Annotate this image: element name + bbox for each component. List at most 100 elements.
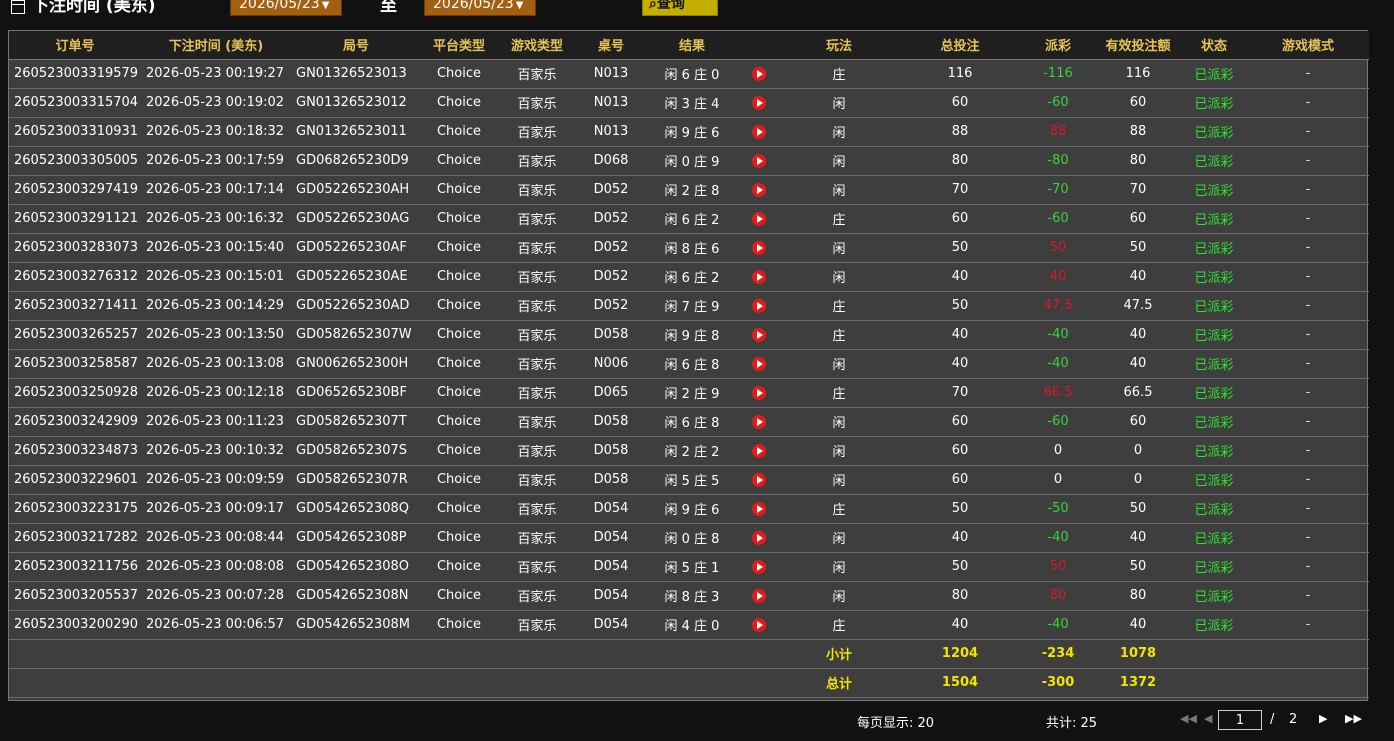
end-date-picker[interactable]: 2026/05/23 ▼ [424, 0, 536, 16]
valid-bet-cell: 116 [1095, 59, 1181, 89]
table-row[interactable]: 260523003297419 2026-05-23 00:17:14 GD0522… [9, 175, 1369, 205]
table-number-cell: D054 [577, 523, 645, 553]
replay-play-icon[interactable] [752, 588, 766, 603]
table-row[interactable]: 260523003200290 2026-05-23 00:06:57 GD0542… [9, 610, 1369, 640]
next-page-icon[interactable]: ▶ [1319, 712, 1327, 725]
replay-cell [739, 581, 779, 611]
replay-play-icon[interactable] [752, 414, 766, 429]
status-cell: 已派彩 [1181, 320, 1247, 350]
replay-play-icon[interactable] [752, 211, 766, 226]
replay-cell [739, 552, 779, 582]
prev-page-icon[interactable]: ◀ [1204, 712, 1212, 725]
col-header-payout: 派彩 [1021, 31, 1095, 60]
platform-cell: Choice [421, 117, 497, 147]
table-number-cell: D068 [577, 146, 645, 176]
replay-play-icon[interactable] [752, 298, 766, 313]
total-bet-cell: 60 [899, 465, 1021, 495]
replay-play-icon[interactable] [752, 385, 766, 400]
table-row[interactable]: 260523003291121 2026-05-23 00:16:32 GD0522… [9, 204, 1369, 234]
replay-cell [739, 407, 779, 437]
round-cell: GD065265230BF [291, 378, 421, 408]
replay-play-icon[interactable] [752, 182, 766, 197]
table-row[interactable]: 260523003310931 2026-05-23 00:18:32 GN0132… [9, 117, 1369, 147]
replay-play-icon[interactable] [752, 472, 766, 487]
table-row[interactable]: 260523003205537 2026-05-23 00:07:28 GD0542… [9, 581, 1369, 611]
table-row[interactable]: 260523003242909 2026-05-23 00:11:23 GD0582… [9, 407, 1369, 437]
payout-cell: -40 [1021, 320, 1095, 350]
result-cell: 闲 6 庄 0 [645, 59, 739, 89]
table-row[interactable]: 260523003305005 2026-05-23 00:17:59 GD0682… [9, 146, 1369, 176]
table-row[interactable]: 260523003271411 2026-05-23 00:14:29 GD0522… [9, 291, 1369, 321]
total-bet-cell: 40 [899, 610, 1021, 640]
order-cell: 260523003250928 [9, 378, 141, 408]
first-page-icon[interactable]: ◀◀ [1180, 712, 1197, 725]
table-row[interactable]: 260523003234873 2026-05-23 00:10:32 GD0582… [9, 436, 1369, 466]
order-cell: 260523003291121 [9, 204, 141, 234]
status-cell: 已派彩 [1181, 291, 1247, 321]
valid-bet-cell: 0 [1095, 436, 1181, 466]
col-header-round: 局号 [291, 31, 421, 60]
order-cell: 260523003217282 [9, 523, 141, 553]
status-cell: 已派彩 [1181, 175, 1247, 205]
time-cell: 2026-05-23 00:18:32 [141, 117, 291, 147]
total-bet-cell: 116 [899, 59, 1021, 89]
table-row[interactable]: 260523003217282 2026-05-23 00:08:44 GD0542… [9, 523, 1369, 553]
table-row[interactable]: 260523003211756 2026-05-23 00:08:08 GD0542… [9, 552, 1369, 582]
last-page-icon[interactable]: ▶▶ [1345, 712, 1362, 725]
valid-bet-cell: 70 [1095, 175, 1181, 205]
platform-cell: Choice [421, 291, 497, 321]
table-row[interactable]: 260523003265257 2026-05-23 00:13:50 GD0582… [9, 320, 1369, 350]
game-type-cell: 百家乐 [497, 117, 577, 147]
time-cell: 2026-05-23 00:06:57 [141, 610, 291, 640]
result-cell: 闲 6 庄 8 [645, 407, 739, 437]
replay-play-icon[interactable] [752, 269, 766, 284]
game-type-cell: 百家乐 [497, 349, 577, 379]
table-number-cell: D054 [577, 552, 645, 582]
replay-cell [739, 494, 779, 524]
payout-cell: -70 [1021, 175, 1095, 205]
replay-play-icon[interactable] [752, 559, 766, 574]
game-type-cell: 百家乐 [497, 436, 577, 466]
table-row[interactable]: 260523003229601 2026-05-23 00:09:59 GD0582… [9, 465, 1369, 495]
table-row[interactable]: 260523003250928 2026-05-23 00:12:18 GD0652… [9, 378, 1369, 408]
replay-cell [739, 378, 779, 408]
bet-type-cell: 庄 [779, 378, 899, 408]
bet-type-cell: 闲 [779, 465, 899, 495]
page-number-input[interactable] [1218, 710, 1262, 730]
mode-cell: - [1247, 320, 1369, 350]
replay-play-icon[interactable] [752, 617, 766, 632]
replay-play-icon[interactable] [752, 66, 766, 81]
table-number-cell: N013 [577, 117, 645, 147]
replay-play-icon[interactable] [752, 356, 766, 371]
replay-cell [739, 204, 779, 234]
platform-cell: Choice [421, 59, 497, 89]
replay-play-icon[interactable] [752, 327, 766, 342]
table-row[interactable]: 260523003223175 2026-05-23 00:09:17 GD0542… [9, 494, 1369, 524]
table-row[interactable]: 260523003258587 2026-05-23 00:13:08 GN0062… [9, 349, 1369, 379]
table-number-cell: N013 [577, 59, 645, 89]
table-row[interactable]: 260523003315704 2026-05-23 00:19:02 GN0132… [9, 88, 1369, 118]
table-row[interactable]: 260523003319579 2026-05-23 00:19:27 GN0132… [9, 59, 1369, 89]
replay-play-icon[interactable] [752, 124, 766, 139]
replay-play-icon[interactable] [752, 443, 766, 458]
mode-cell: - [1247, 494, 1369, 524]
result-cell: 闲 8 庄 6 [645, 233, 739, 263]
query-button[interactable]: ⌕查询 [642, 0, 718, 16]
table-row[interactable]: 260523003283073 2026-05-23 00:15:40 GD0522… [9, 233, 1369, 263]
round-cell: GD052265230AH [291, 175, 421, 205]
replay-play-icon[interactable] [752, 153, 766, 168]
query-button-label: 查询 [656, 0, 685, 12]
table-row[interactable]: 260523003276312 2026-05-23 00:15:01 GD0522… [9, 262, 1369, 292]
replay-play-icon[interactable] [752, 95, 766, 110]
replay-play-icon[interactable] [752, 501, 766, 516]
game-type-cell: 百家乐 [497, 581, 577, 611]
replay-play-icon[interactable] [752, 530, 766, 545]
bet-type-cell: 闲 [779, 552, 899, 582]
start-date-picker[interactable]: 2026/05/23 ▼ [230, 0, 342, 16]
order-cell: 260523003271411 [9, 291, 141, 321]
round-cell: GD0542652308Q [291, 494, 421, 524]
replay-play-icon[interactable] [752, 240, 766, 255]
table-number-cell: D058 [577, 407, 645, 437]
replay-cell [739, 175, 779, 205]
platform-cell: Choice [421, 552, 497, 582]
